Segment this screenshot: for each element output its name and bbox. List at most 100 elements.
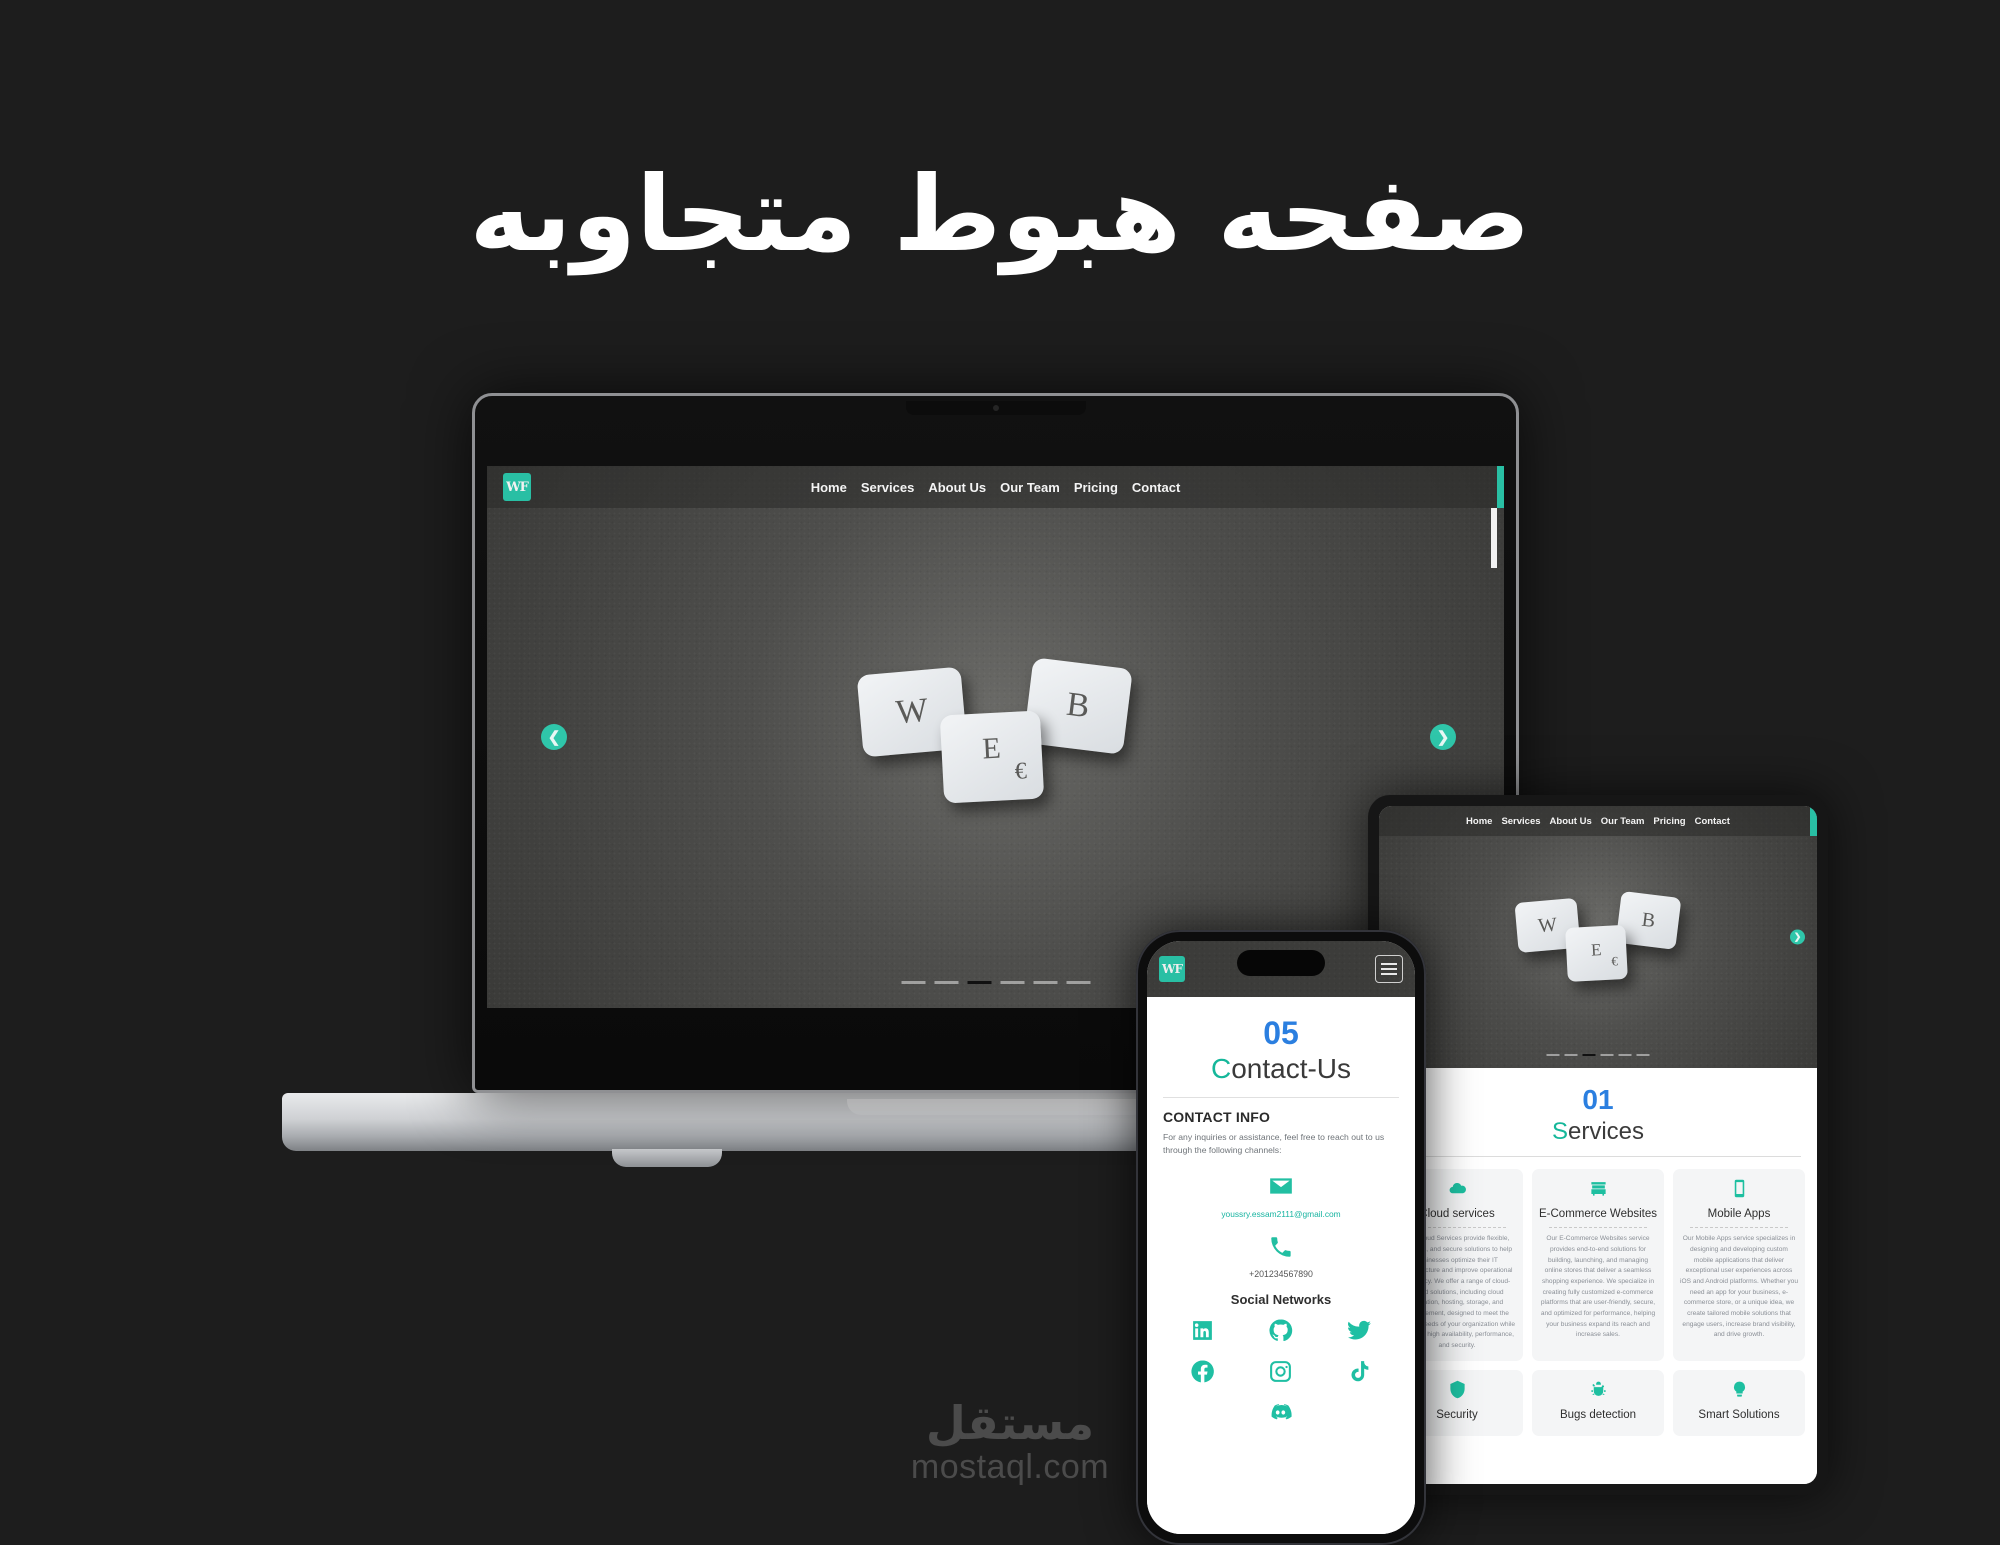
card-divider xyxy=(1690,1227,1788,1229)
email-address[interactable]: youssry.essam2111@gmail.com xyxy=(1163,1209,1399,1219)
phone-number[interactable]: +201234567890 xyxy=(1163,1269,1399,1279)
service-card[interactable]: E-Commerce Websites Our E-Commerce Websi… xyxy=(1532,1169,1664,1361)
nav-item-services[interactable]: Services xyxy=(1501,816,1540,827)
carousel-dot[interactable] xyxy=(901,981,925,984)
nav-links: Home Services About Us Our Team Pricing … xyxy=(1379,816,1817,827)
carousel-prev-icon[interactable]: ❮ xyxy=(541,724,567,750)
services-section: 01 Services Cloud services Our Cloud Ser xyxy=(1379,1068,1817,1484)
hero-keyboard-art: W B E € xyxy=(1511,886,1686,996)
tablet-frame: WF Home Services About Us Our Team Prici… xyxy=(1368,795,1828,1495)
section-divider xyxy=(1163,1097,1399,1098)
tiktok-icon[interactable] xyxy=(1347,1359,1372,1384)
service-name: Mobile Apps xyxy=(1707,1208,1771,1220)
nav-item-about-us[interactable]: About Us xyxy=(1550,816,1592,827)
phone-frame: WF 05 Contact-Us CONTACT INFO For any in… xyxy=(1136,930,1426,1545)
bulb-icon xyxy=(1680,1380,1798,1403)
service-name: Smart Solutions xyxy=(1698,1408,1780,1421)
site-navbar: WF Home Services About Us Our Team Prici… xyxy=(487,466,1504,508)
tablet-screen: WF Home Services About Us Our Team Prici… xyxy=(1379,806,1817,1484)
laptop-foot xyxy=(612,1149,722,1167)
nav-item-our-team[interactable]: Our Team xyxy=(1601,816,1645,827)
services-grid-row-2: Security Bugs detection Smart Solutions xyxy=(1391,1369,1805,1437)
tablet-navbar: WF Home Services About Us Our Team Prici… xyxy=(1379,806,1817,836)
facebook-icon[interactable] xyxy=(1190,1359,1215,1384)
mobile-icon xyxy=(1680,1179,1798,1202)
watermark: مستقل mostaql.com xyxy=(855,1400,1165,1487)
nav-links: Home Services About Us Our Team Pricing … xyxy=(487,480,1504,495)
watermark-arabic: مستقل xyxy=(925,1396,1095,1450)
key-e-euro: € xyxy=(1013,757,1027,785)
phone-mockup: WF 05 Contact-Us CONTACT INFO For any in… xyxy=(1136,930,1426,1545)
carousel-dot[interactable] xyxy=(934,981,958,984)
service-description: Our E-Commerce Websites service provides… xyxy=(1540,1235,1656,1339)
nav-item-our-team[interactable]: Our Team xyxy=(1000,480,1060,495)
section-title-initial: C xyxy=(1210,1053,1232,1084)
services-grid-row-1: Cloud services Our Cloud Services provid… xyxy=(1391,1169,1805,1361)
hamburger-bar xyxy=(1381,973,1397,975)
twitter-icon[interactable] xyxy=(1347,1318,1372,1343)
contact-section: 05 Contact-Us CONTACT INFO For any inqui… xyxy=(1147,997,1415,1534)
camera-icon xyxy=(992,405,999,411)
hamburger-icon[interactable] xyxy=(1375,955,1403,983)
carousel-indicators[interactable] xyxy=(901,981,1090,984)
nav-item-services[interactable]: Services xyxy=(861,480,915,495)
watermark-latin: mostaql.com xyxy=(910,1448,1110,1486)
carousel-dot[interactable] xyxy=(1600,1054,1614,1056)
carousel-dot[interactable] xyxy=(1066,981,1090,984)
phone-screen: WF 05 Contact-Us CONTACT INFO For any in… xyxy=(1147,941,1415,1534)
tablet-mockup: WF Home Services About Us Our Team Prici… xyxy=(1368,795,1828,1495)
carousel-dot[interactable] xyxy=(1636,1054,1650,1056)
nav-item-about-us[interactable]: About Us xyxy=(928,480,986,495)
nav-item-home[interactable]: Home xyxy=(811,480,847,495)
key-e: E € xyxy=(1565,924,1628,982)
carousel-indicators[interactable] xyxy=(1546,1054,1650,1056)
carousel-dot[interactable] xyxy=(1618,1054,1632,1056)
nav-item-pricing[interactable]: Pricing xyxy=(1074,480,1118,495)
email-icon[interactable] xyxy=(1163,1173,1399,1204)
service-card[interactable]: Bugs detection xyxy=(1532,1369,1664,1437)
navbar-accent-bar xyxy=(1497,466,1504,508)
linkedin-icon[interactable] xyxy=(1190,1318,1215,1343)
service-description: Our Mobile Apps service specializes in d… xyxy=(1680,1235,1799,1339)
carousel-next-icon[interactable]: ❯ xyxy=(1790,929,1805,945)
service-card[interactable]: Mobile Apps Our Mobile Apps service spec… xyxy=(1673,1169,1805,1361)
store-icon xyxy=(1539,1179,1657,1202)
carousel-dot-active[interactable] xyxy=(967,981,991,984)
navbar-accent-tab xyxy=(1491,508,1497,568)
section-divider xyxy=(1395,1156,1801,1157)
contact-info-paragraph: For any inquiries or assistance, feel fr… xyxy=(1163,1132,1385,1156)
hero-section: WF Home Services About Us Our Team Prici… xyxy=(487,466,1504,1008)
github-icon[interactable] xyxy=(1268,1318,1293,1343)
section-number: 05 xyxy=(1263,1015,1299,1051)
key-e-euro: € xyxy=(1611,953,1619,969)
phone-icon[interactable] xyxy=(1163,1234,1399,1265)
carousel-dot[interactable] xyxy=(1000,981,1024,984)
phone-header: WF xyxy=(1147,941,1415,997)
contact-info-heading: CONTACT INFO xyxy=(1163,1109,1271,1125)
nav-item-home[interactable]: Home xyxy=(1466,816,1492,827)
nav-item-pricing[interactable]: Pricing xyxy=(1653,816,1685,827)
nav-item-contact[interactable]: Contact xyxy=(1695,816,1730,827)
carousel-dot-active[interactable] xyxy=(1582,1054,1596,1056)
site-logo[interactable]: WF xyxy=(1159,956,1185,982)
hero-keyboard-art: W B E € xyxy=(846,647,1146,827)
carousel-dot[interactable] xyxy=(1546,1054,1560,1056)
laptop-screen: WF Home Services About Us Our Team Prici… xyxy=(487,466,1504,1008)
dynamic-island xyxy=(1237,950,1325,976)
carousel-next-icon[interactable]: ❯ xyxy=(1430,724,1456,750)
section-title: Contact-Us xyxy=(1163,1053,1399,1085)
service-name: E-Commerce Websites xyxy=(1539,1208,1658,1220)
instagram-icon[interactable] xyxy=(1268,1359,1293,1384)
service-card[interactable]: Smart Solutions xyxy=(1673,1369,1805,1437)
nav-item-contact[interactable]: Contact xyxy=(1132,480,1180,495)
section-number: 01 xyxy=(1582,1084,1614,1115)
section-title-initial: S xyxy=(1551,1118,1568,1145)
social-links xyxy=(1163,1318,1399,1425)
carousel-dot[interactable] xyxy=(1033,981,1057,984)
carousel-dot[interactable] xyxy=(1564,1054,1578,1056)
key-e: E € xyxy=(939,710,1044,804)
tablet-hero-section: WF Home Services About Us Our Team Prici… xyxy=(1379,806,1817,1068)
section-title-rest: ervices xyxy=(1567,1118,1645,1145)
mockup-canvas: صفحه هبوط متجاوبه WF Home Services About… xyxy=(0,0,2000,1545)
discord-icon[interactable] xyxy=(1268,1400,1293,1425)
